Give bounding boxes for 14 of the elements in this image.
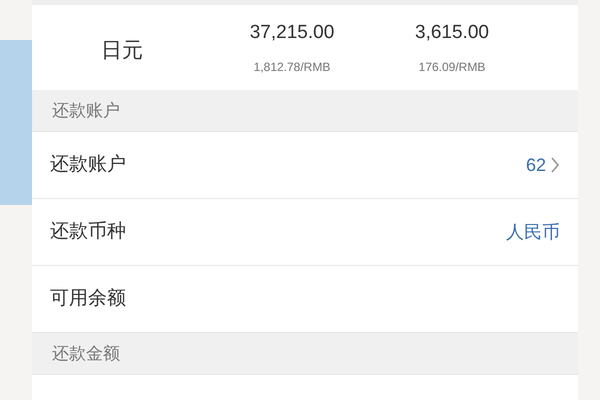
amount: 3,615.00 bbox=[415, 21, 489, 46]
row-label: 还款账户 bbox=[50, 152, 126, 177]
chevron-right-icon bbox=[550, 156, 560, 174]
section-title: 还款账户 bbox=[52, 100, 120, 122]
form-row[interactable]: 还款账户 62 bbox=[32, 132, 578, 199]
account-number: 62 bbox=[526, 154, 546, 176]
row-value: 人民币 bbox=[506, 220, 560, 244]
amount: 37,215.00 bbox=[250, 21, 334, 46]
converted-amount: 1,812.78/RMB bbox=[254, 58, 330, 76]
converted-amount: 176.09/RMB bbox=[418, 58, 486, 76]
row-label: 还款币种 bbox=[50, 220, 126, 244]
currency-name: 日元 bbox=[100, 38, 144, 64]
section-title: 还款金额 bbox=[52, 342, 120, 365]
row-label: 可用余额 bbox=[50, 286, 126, 311]
